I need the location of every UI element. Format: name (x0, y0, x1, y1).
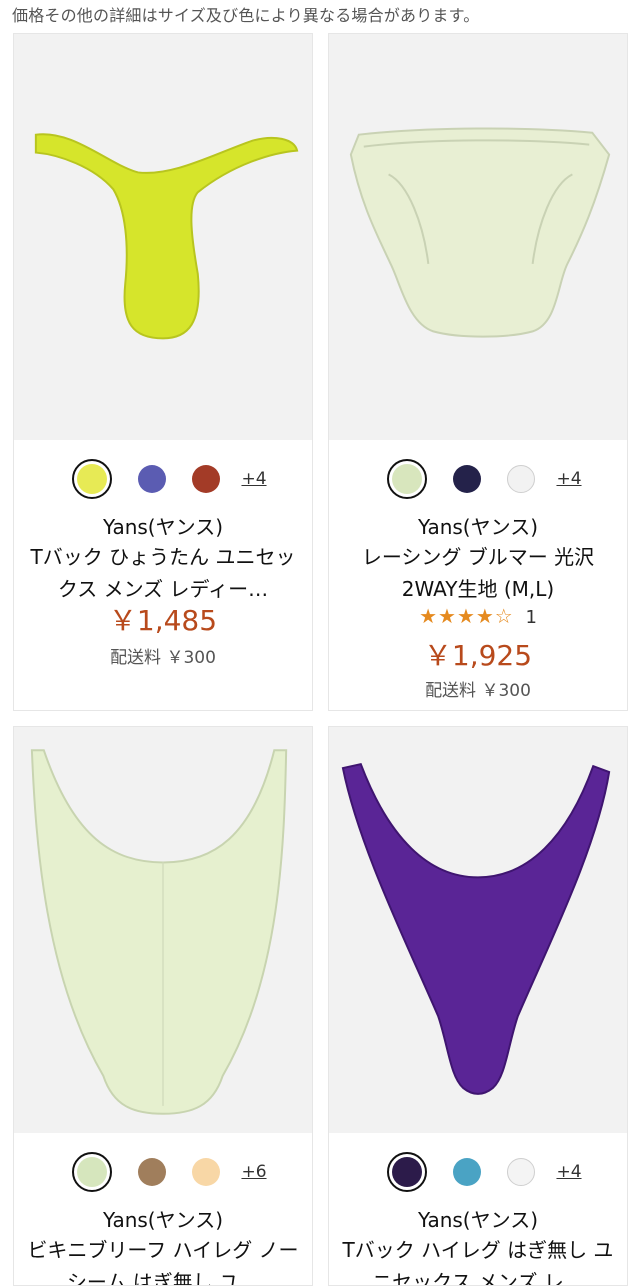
product-title[interactable]: ビキニブリーフ ハイレグ ノーシーム はぎ無し ユ… (24, 1234, 302, 1285)
thong-underwear-icon (34, 133, 299, 340)
color-swatch[interactable] (138, 1158, 167, 1186)
product-card[interactable]: +4 Yans(ヤンス) レーシング ブルマー 光沢 2WAY生地 (M,L) … (328, 33, 628, 711)
color-swatch[interactable] (453, 1158, 482, 1186)
color-swatches: +4 (14, 459, 312, 499)
color-swatch[interactable] (192, 465, 221, 493)
product-brand: Yans(ヤンス) (102, 1208, 224, 1232)
highleg-bikini-icon (30, 749, 288, 1115)
color-swatch[interactable] (192, 1158, 221, 1186)
product-image[interactable] (329, 727, 627, 1133)
product-brand: Yans(ヤンス) (417, 515, 539, 539)
more-colors-link[interactable]: +6 (241, 1162, 266, 1182)
product-title[interactable]: Tバック ハイレグ はぎ無し ユニセックス メンズ レ… (339, 1234, 617, 1285)
product-image[interactable] (14, 727, 312, 1133)
product-price: ￥1,925 (423, 639, 533, 672)
shipping-fee: 配送料 ￥300 (110, 648, 216, 668)
color-swatches: +4 (329, 459, 627, 499)
color-swatch[interactable] (453, 465, 482, 493)
product-card[interactable]: +4 Yans(ヤンス) Tバック ひょうたん ユニセックス メンズ レディー…… (13, 33, 313, 711)
product-brand: Yans(ヤンス) (102, 515, 224, 539)
product-title[interactable]: Tバック ひょうたん ユニセックス メンズ レディー… (24, 541, 302, 605)
brief-underwear-icon (349, 127, 611, 338)
more-colors-link[interactable]: +4 (556, 1162, 581, 1182)
product-rating[interactable]: ★★★★☆ 1 (329, 604, 627, 628)
shipping-fee: 配送料 ￥300 (425, 681, 531, 701)
product-image[interactable] (329, 34, 627, 440)
rating-count: 1 (525, 607, 537, 628)
color-swatches: +4 (329, 1152, 627, 1192)
product-card[interactable]: +4 Yans(ヤンス) Tバック ハイレグ はぎ無し ユニセックス メンズ レ… (328, 726, 628, 1286)
color-swatch[interactable] (507, 465, 536, 493)
color-swatch-selected[interactable] (72, 459, 113, 499)
product-title[interactable]: レーシング ブルマー 光沢 2WAY生地 (M,L) (339, 541, 617, 605)
more-colors-link[interactable]: +4 (556, 469, 581, 489)
product-card[interactable]: +6 Yans(ヤンス) ビキニブリーフ ハイレグ ノーシーム はぎ無し ユ… (13, 726, 313, 1286)
price-notice: 価格その他の詳細はサイズ及び色により異なる場合があります。 (12, 6, 480, 25)
highleg-thong-icon (341, 762, 611, 1095)
color-swatch-selected[interactable] (387, 1152, 428, 1192)
color-swatch[interactable] (138, 465, 167, 493)
product-price: ￥1,485 (108, 604, 218, 637)
rating-stars-icon: ★★★★☆ (419, 604, 514, 628)
more-colors-link[interactable]: +4 (241, 469, 266, 489)
color-swatch-selected[interactable] (387, 459, 428, 499)
color-swatches: +6 (14, 1152, 312, 1192)
color-swatch[interactable] (507, 1158, 536, 1186)
color-swatch-selected[interactable] (72, 1152, 113, 1192)
product-image[interactable] (14, 34, 312, 440)
product-brand: Yans(ヤンス) (417, 1208, 539, 1232)
